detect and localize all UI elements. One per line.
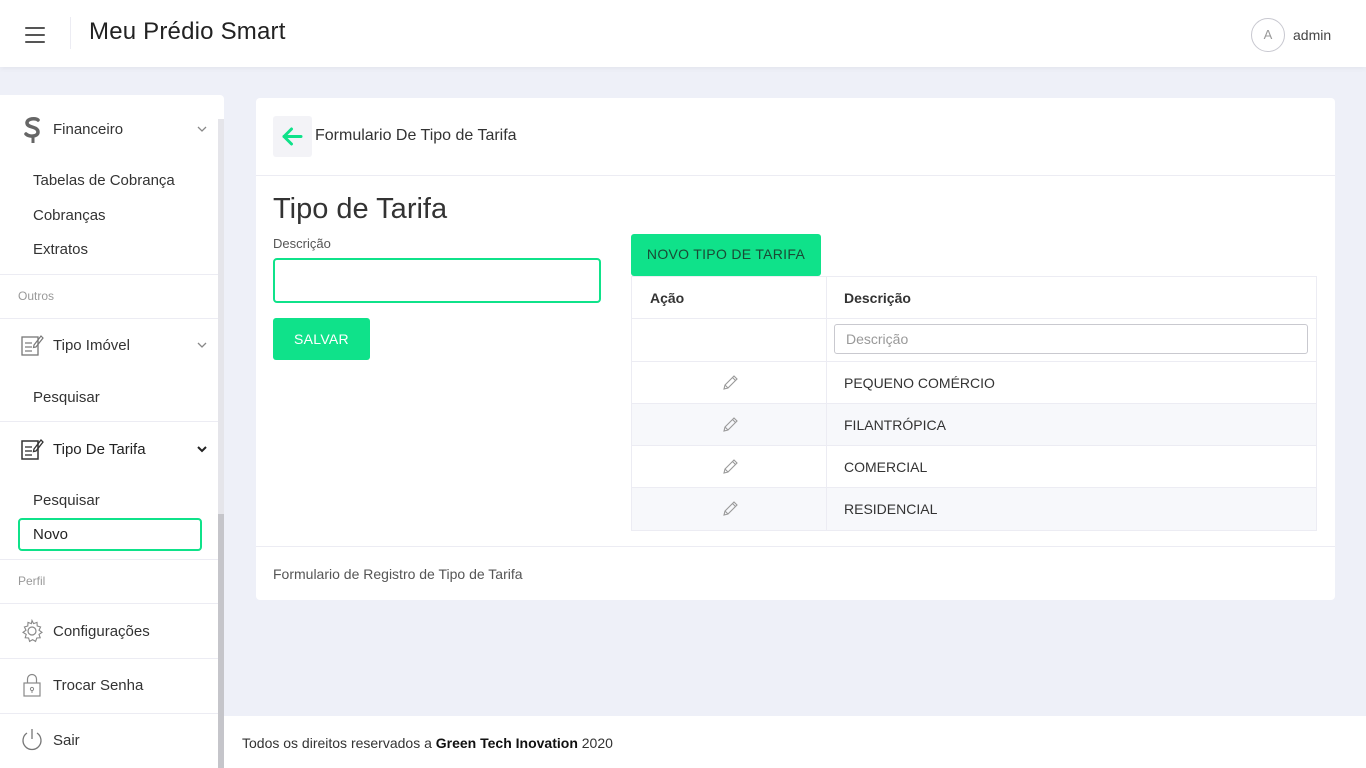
sidebar-subitem-pesquisar-tarifa[interactable]: Pesquisar	[33, 492, 100, 509]
descricao-filter-input[interactable]	[834, 324, 1308, 354]
sidebar-divider	[0, 713, 218, 714]
lock-icon	[19, 672, 45, 698]
descricao-label: Descrição	[273, 236, 331, 251]
column-header-descricao[interactable]: Descrição	[827, 277, 1316, 318]
avatar[interactable]: A	[1251, 18, 1285, 52]
new-tarifa-button[interactable]: NOVO TIPO DE TARIFA	[631, 234, 821, 276]
save-button[interactable]: SALVAR	[273, 318, 370, 360]
action-cell	[632, 362, 827, 403]
sidebar-item-sair[interactable]: Sair	[0, 718, 218, 762]
app-title: Meu Prédio Smart	[89, 18, 286, 45]
action-cell	[632, 488, 827, 530]
edit-document-icon	[19, 436, 45, 462]
sidebar-divider	[0, 318, 218, 319]
sidebar-item-trocar-senha[interactable]: Trocar Senha	[0, 663, 218, 707]
sidebar-section-outros: Outros	[18, 289, 55, 303]
card-footer-text: Formulario de Registro de Tipo de Tarifa	[273, 566, 523, 582]
sidebar-item-financeiro[interactable]: Financeiro	[0, 107, 218, 151]
sidebar-item-label: Configurações	[53, 622, 150, 640]
sidebar-divider	[0, 559, 218, 560]
descricao-cell: FILANTRÓPICA	[844, 417, 946, 433]
dollar-icon	[19, 116, 45, 143]
table-row: PEQUENO COMÉRCIO	[632, 362, 1316, 404]
sidebar-item-tipo-tarifa[interactable]: Tipo De Tarifa	[0, 427, 218, 471]
company-name: Green Tech Inovation	[435, 735, 578, 751]
pencil-icon[interactable]	[721, 416, 739, 434]
sidebar-item-label: Trocar Senha	[53, 676, 144, 694]
card-footer: Formulario de Registro de Tipo de Tarifa	[256, 546, 1335, 600]
table-row: FILANTRÓPICA	[632, 404, 1316, 446]
sidebar-subitem-tabelas[interactable]: Tabelas de Cobrança	[33, 172, 175, 189]
page-heading: Tipo de Tarifa	[273, 193, 448, 225]
action-cell	[632, 446, 827, 487]
descricao-input[interactable]	[273, 258, 601, 303]
menu-icon[interactable]	[25, 27, 45, 43]
sidebar-scrollbar[interactable]	[218, 119, 224, 768]
sidebar-item-configuracoes[interactable]: Configurações	[0, 609, 218, 653]
sidebar-subitem-extratos[interactable]: Extratos	[33, 241, 88, 258]
power-icon	[19, 727, 45, 753]
copyright-text: Todos os direitos reservados a Green Tec…	[242, 735, 613, 751]
form-card: Formulario De Tipo de Tarifa Tipo de Tar…	[256, 98, 1335, 600]
chevron-down-icon[interactable]	[196, 339, 208, 351]
pencil-icon[interactable]	[721, 374, 739, 392]
card-title: Formulario De Tipo de Tarifa	[315, 127, 517, 144]
sidebar-divider	[0, 603, 218, 604]
sidebar-item-label: Tipo De Tarifa	[53, 440, 146, 458]
table-row: RESIDENCIAL	[632, 488, 1316, 530]
sidebar-subitem-pesquisar-imovel[interactable]: Pesquisar	[33, 389, 100, 406]
chevron-down-icon[interactable]	[196, 443, 208, 455]
table-row: COMERCIAL	[632, 446, 1316, 488]
descricao-cell: COMERCIAL	[844, 459, 928, 475]
edit-document-icon	[19, 332, 45, 358]
tarifa-table: Ação Descrição PEQUENO COMÉRCIO FILANTRÓ…	[631, 276, 1317, 531]
sidebar-divider	[0, 421, 218, 422]
sidebar-subitem-cobrancas[interactable]: Cobranças	[33, 207, 106, 224]
sidebar-item-label: Tipo Imóvel	[53, 336, 130, 354]
pencil-icon[interactable]	[721, 458, 739, 476]
descricao-cell: PEQUENO COMÉRCIO	[844, 375, 995, 391]
sidebar-divider	[0, 274, 218, 275]
filter-cell-empty	[632, 319, 827, 361]
copyright-year: 2020	[577, 735, 613, 751]
back-button[interactable]	[273, 116, 312, 157]
column-header-acao: Ação	[632, 277, 827, 318]
arrow-left-icon	[282, 127, 303, 146]
gear-icon	[19, 618, 45, 644]
header-divider	[70, 17, 71, 49]
top-bar: Meu Prédio Smart A admin	[0, 0, 1366, 67]
sidebar-item-tipo-imovel[interactable]: Tipo Imóvel	[0, 323, 218, 367]
sidebar-item-label: Financeiro	[53, 120, 124, 138]
action-cell	[632, 404, 827, 445]
table-filter-row	[632, 319, 1316, 362]
descricao-cell: RESIDENCIAL	[844, 501, 938, 517]
username[interactable]: admin	[1293, 27, 1331, 43]
chevron-down-icon[interactable]	[196, 123, 208, 135]
sidebar-divider	[0, 658, 218, 659]
sidebar-section-perfil: Perfil	[18, 574, 46, 588]
pencil-icon[interactable]	[721, 500, 739, 518]
table-header-row: Ação Descrição	[632, 277, 1316, 319]
sidebar-item-label: Sair	[53, 731, 80, 749]
sidebar: Financeiro Tabelas de Cobrança Cobranças…	[0, 95, 224, 768]
filter-cell	[827, 319, 1316, 361]
sidebar-subitem-novo-active[interactable]: Novo	[18, 518, 202, 551]
card-header: Formulario De Tipo de Tarifa	[256, 98, 1335, 176]
copyright-prefix: Todos os direitos reservados a	[242, 735, 436, 751]
page-footer: Todos os direitos reservados a Green Tec…	[224, 716, 1366, 768]
